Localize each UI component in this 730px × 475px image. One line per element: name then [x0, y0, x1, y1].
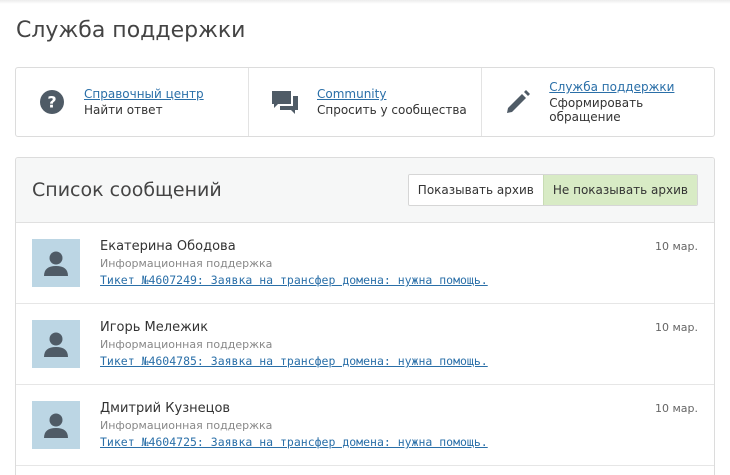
message-date: 10 мар.	[654, 240, 698, 253]
svg-text:?: ?	[47, 93, 56, 112]
card-support-title[interactable]: Служба поддержки	[549, 80, 714, 94]
message-sender: Екатерина Ободова	[100, 239, 236, 254]
show-archive-button[interactable]: Показывать архив	[408, 175, 543, 205]
user-silhouette-icon	[44, 332, 68, 357]
message-date: 10 мар.	[654, 402, 698, 415]
card-help-center-subtitle: Найти ответ	[84, 103, 163, 117]
avatar	[32, 239, 80, 287]
card-support[interactable]: Служба поддержки Сформировать обращение	[482, 68, 714, 136]
user-silhouette-icon	[44, 413, 68, 438]
message-row: Игорь Мележик Информационная поддержка Т…	[16, 304, 714, 385]
messages-panel: Список сообщений Показывать архив Не пок…	[15, 157, 715, 475]
card-community[interactable]: Community Спросить у сообщества	[249, 68, 482, 136]
card-support-subtitle: Сформировать обращение	[549, 96, 644, 124]
card-help-center-title[interactable]: Справочный центр	[84, 87, 204, 101]
ticket-link[interactable]: Тикет №4604785: Заявка на трансфер домен…	[100, 354, 488, 368]
messages-panel-header: Список сообщений Показывать архив Не пок…	[16, 158, 714, 223]
message-sender: Дмитрий Кузнецов	[100, 401, 231, 416]
hide-archive-button[interactable]: Не показывать архив	[542, 175, 697, 205]
message-department: Информационная поддержка	[100, 419, 273, 432]
avatar	[32, 401, 80, 449]
archive-toggle: Показывать архив Не показывать архив	[407, 174, 698, 206]
pencil-icon	[504, 88, 531, 116]
message-department: Информационная поддержка	[100, 338, 273, 351]
message-date: 10 мар.	[654, 321, 698, 334]
user-silhouette-icon	[44, 251, 68, 276]
message-department: Информационная поддержка	[100, 257, 273, 270]
top-shadow	[0, 0, 730, 4]
card-help-center-text: Справочный центр Найти ответ	[84, 87, 204, 117]
ticket-link[interactable]: Тикет №4604725: Заявка на трансфер домен…	[100, 435, 488, 449]
card-help-center[interactable]: ? Справочный центр Найти ответ	[16, 68, 249, 136]
message-row: Екатерина Ободова Информационная поддерж…	[16, 223, 714, 304]
ticket-link[interactable]: Тикет №4607249: Заявка на трансфер домен…	[100, 273, 488, 287]
card-support-text: Служба поддержки Сформировать обращение	[549, 80, 714, 124]
card-community-subtitle: Спросить у сообщества	[317, 103, 467, 117]
message-row: Дмитрий Кузнецов Информационная поддержк…	[16, 385, 714, 466]
chat-icon	[271, 88, 299, 116]
support-cards: ? Справочный центр Найти ответ Community…	[15, 67, 715, 137]
card-community-text: Community Спросить у сообщества	[317, 87, 467, 117]
page-title: Служба поддержки	[16, 18, 246, 43]
avatar	[32, 320, 80, 368]
messages-panel-title: Список сообщений	[32, 179, 222, 201]
card-community-title[interactable]: Community	[317, 87, 467, 101]
message-sender: Игорь Мележик	[100, 320, 209, 335]
help-icon: ?	[38, 88, 66, 116]
